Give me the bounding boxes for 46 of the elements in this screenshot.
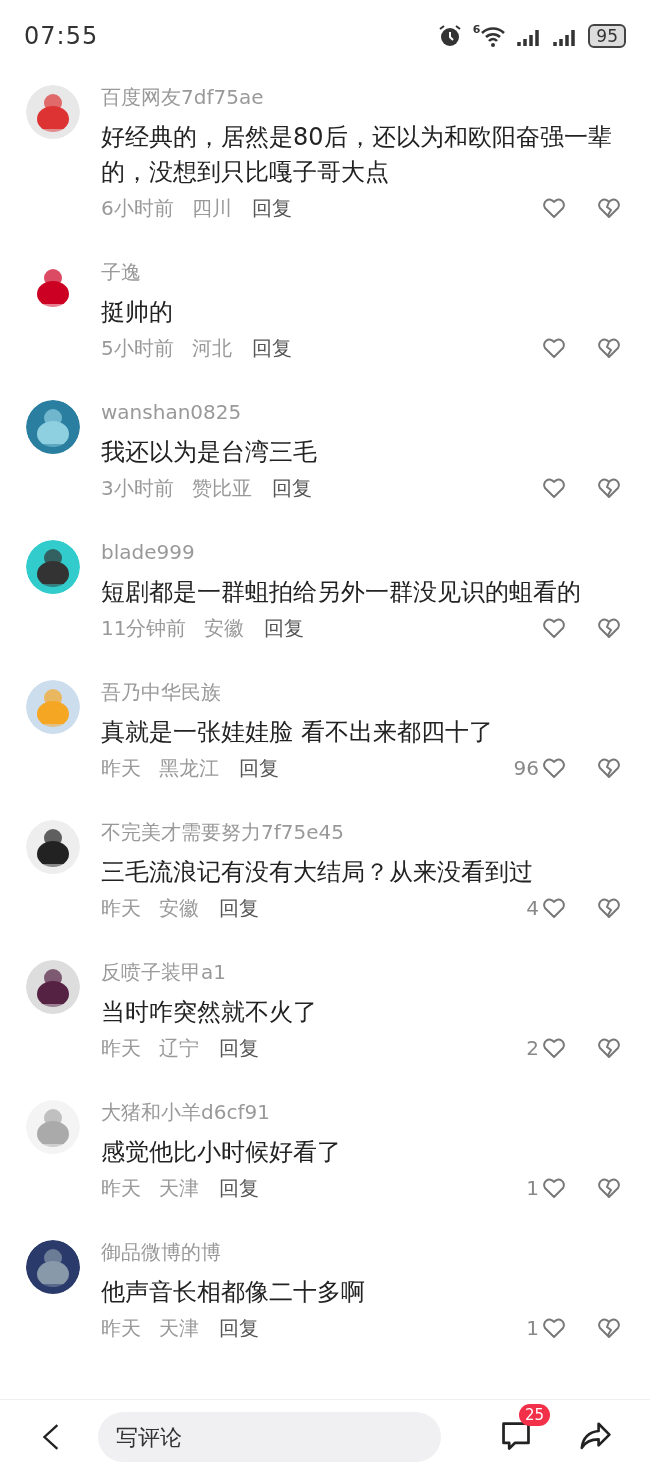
comment-text: 我还以为是台湾三毛 xyxy=(101,437,318,468)
comment-input[interactable]: 写评论 xyxy=(98,1412,441,1462)
comment-time: 昨天 xyxy=(101,1314,141,1342)
comment-time: 5小时前 xyxy=(101,334,174,362)
reply-link[interactable]: 回复 xyxy=(239,754,279,782)
comment-location: 安徽 xyxy=(204,614,245,642)
comment-location: 河北 xyxy=(191,334,232,362)
comment-time: 昨天 xyxy=(101,754,141,782)
comment-time: 6小时前 xyxy=(101,194,174,222)
comment-text: 短剧都是一群蛆拍给另外一群没见识的蛆看的 xyxy=(101,577,582,608)
reply-link[interactable]: 回复 xyxy=(219,1314,259,1342)
comment-location: 赞比亚 xyxy=(191,474,252,502)
comment-text: 挺帅的 xyxy=(101,297,174,328)
comment-text: 他声音长相都像二十多啊 xyxy=(101,1277,366,1308)
comment-location: 天津 xyxy=(159,1174,199,1202)
comment-time: 昨天 xyxy=(101,1174,141,1202)
reply-link[interactable]: 回复 xyxy=(271,474,312,502)
reply-link[interactable]: 回复 xyxy=(251,334,292,362)
wifi-label: 6 xyxy=(472,23,481,36)
comment-time: 昨天 xyxy=(101,1034,141,1062)
comment-text: 真就是一张娃娃脸 看不出来都四十了 xyxy=(101,717,494,748)
comment-location: 黑龙江 xyxy=(159,754,219,782)
status-time: 07:55 xyxy=(24,22,99,50)
comment-location: 安徽 xyxy=(159,894,199,922)
reply-link[interactable]: 回复 xyxy=(264,614,305,642)
comment-time: 3小时前 xyxy=(101,474,174,502)
battery-level: 95 xyxy=(588,24,626,48)
comment-location: 天津 xyxy=(159,1314,199,1342)
comment-time: 11分钟前 xyxy=(101,614,187,642)
like-count: 1 xyxy=(526,1316,539,1340)
comment-location: 四川 xyxy=(191,194,232,222)
comment-text: 好经典的，居然是80后，还以为和欧阳奋强一辈的，没想到只比嘎子哥大点 xyxy=(101,122,613,188)
reply-link[interactable]: 回复 xyxy=(219,1174,259,1202)
like-count: 2 xyxy=(526,1036,539,1060)
comment-time: 昨天 xyxy=(101,894,141,922)
reply-link[interactable]: 回复 xyxy=(219,894,259,922)
comment-text: 三毛流浪记有没有大结局？从来没看到过 xyxy=(101,857,534,888)
comment-text: 感觉他比小时候好看了 xyxy=(101,1137,342,1168)
like-count: 4 xyxy=(526,896,539,920)
comment-text: 当时咋突然就不火了 xyxy=(101,997,318,1028)
like-count: 96 xyxy=(513,756,539,780)
like-count: 1 xyxy=(526,1176,539,1200)
reply-link[interactable]: 回复 xyxy=(219,1034,259,1062)
reply-link[interactable]: 回复 xyxy=(251,194,292,222)
comment-count-badge: 25 xyxy=(519,1404,551,1426)
comment-location: 辽宁 xyxy=(159,1034,199,1062)
